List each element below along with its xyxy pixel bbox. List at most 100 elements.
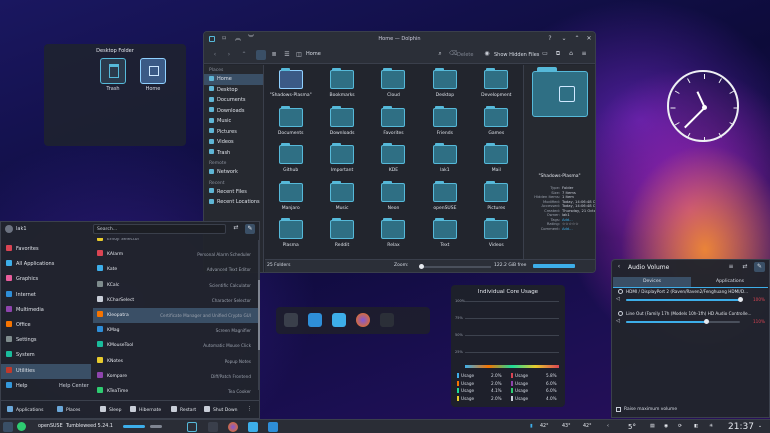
folder-item[interactable]: Games — [471, 105, 522, 144]
taskbar-settings-icon[interactable] — [208, 422, 218, 432]
category-help[interactable]: Help Help Center — [1, 379, 91, 394]
avatar[interactable] — [5, 225, 13, 233]
folder-item[interactable]: Friends — [419, 105, 470, 144]
place-trash[interactable]: Trash — [204, 148, 263, 159]
speaker-icon[interactable]: ◁ — [616, 318, 620, 324]
app-item[interactable]: KCharSelect Character Selector — [93, 293, 259, 308]
location-breadcrumb[interactable]: Home — [306, 51, 321, 57]
folder-item[interactable]: Desktop — [419, 68, 470, 106]
volume-slider[interactable] — [626, 319, 740, 324]
volume-tray-icon[interactable]: ◧ — [694, 423, 699, 431]
folder-item[interactable]: Favorites — [368, 105, 419, 144]
scrollbar[interactable] — [258, 240, 260, 390]
category-internet[interactable]: Internet — [1, 288, 91, 303]
app-item[interactable]: KCalc Scientific Calculator — [93, 278, 259, 293]
folder-item[interactable]: Downloads — [316, 105, 367, 144]
configure-audio-icon[interactable]: ⇄ — [742, 264, 748, 270]
pager-2[interactable] — [150, 425, 162, 428]
digital-clock[interactable]: 21:37 — [728, 421, 754, 433]
task-manager-icon[interactable] — [187, 422, 197, 432]
folder-item[interactable]: Manjaro — [265, 180, 316, 219]
category-system[interactable]: System — [1, 348, 91, 363]
tab-applications[interactable]: Applications — [691, 277, 769, 287]
app-item[interactable]: Emoji Selector — [93, 238, 259, 247]
folder-item[interactable]: Text — [419, 218, 470, 256]
folder-item[interactable]: Videos — [471, 218, 522, 256]
back-icon[interactable]: ‹ — [212, 52, 218, 58]
place-videos[interactable]: Videos — [204, 137, 263, 148]
firefox-icon[interactable] — [356, 313, 370, 327]
split-icon[interactable]: ⧉ — [555, 51, 561, 57]
app-item[interactable]: KMouseTool Automatic Mouse Click — [93, 338, 259, 353]
home-desktop-icon[interactable]: Home — [137, 58, 169, 92]
pin-launcher-icon[interactable]: ✎ — [245, 224, 255, 234]
place-recent-locations[interactable]: Recent Locations — [204, 197, 263, 208]
folder-item[interactable]: Plasma — [265, 218, 316, 256]
place-desktop[interactable]: Desktop — [204, 85, 263, 96]
up-icon[interactable]: ⌃ — [241, 52, 247, 58]
dolphin-icon[interactable] — [332, 313, 346, 327]
clipboard-icon[interactable]: ▤ — [650, 423, 655, 431]
details-view-icon[interactable]: ☰ — [284, 52, 290, 58]
raise-volume-checkbox[interactable] — [616, 407, 621, 412]
maximize-icon[interactable]: ⌃ — [574, 36, 580, 42]
place-pictures[interactable]: Pictures — [204, 127, 263, 138]
menu-icon[interactable]: ≡ — [728, 264, 734, 270]
updates-icon[interactable]: ⟳ — [678, 423, 682, 431]
folder-item[interactable]: KDE — [368, 143, 419, 181]
tab-devices[interactable]: Devices — [613, 277, 691, 287]
compact-view-icon[interactable]: ≣ — [271, 52, 277, 58]
pager[interactable] — [123, 425, 145, 428]
zoom-slider[interactable] — [419, 264, 491, 269]
search-input[interactable]: Search... — [93, 224, 226, 234]
places-tab[interactable]: Places — [57, 406, 80, 413]
folder-item[interactable]: Pictures — [471, 180, 522, 219]
speaker-icon[interactable]: ◁ — [616, 296, 620, 302]
category-office[interactable]: Office — [1, 318, 91, 333]
folder-item[interactable]: openSUSE — [419, 180, 470, 219]
home-toolbar-icon[interactable]: ⌂ — [568, 51, 574, 57]
volume-slider[interactable] — [626, 297, 743, 302]
folder-item[interactable]: Neon — [368, 180, 419, 219]
place-documents[interactable]: Documents — [204, 95, 263, 106]
discover-icon[interactable] — [308, 313, 322, 327]
hamburger-menu-icon[interactable]: ≡ — [581, 51, 587, 57]
folder-item[interactable]: Cloud — [368, 68, 419, 106]
app-item[interactable]: Kleopatra Certificate Manager and Unified… — [93, 307, 259, 324]
trash-toolbar-icon[interactable]: ⌫ — [449, 51, 457, 57]
network-tray-icon[interactable]: ◉ — [664, 423, 668, 431]
delete-button[interactable]: Delete — [457, 52, 473, 58]
folder-item[interactable]: Mail — [471, 143, 522, 181]
minimize-icon[interactable]: ⌄ — [561, 36, 567, 42]
folder-item[interactable]: Reddit — [316, 218, 367, 256]
app-item[interactable]: KMag Screen Magnifier — [93, 323, 259, 338]
folder-item[interactable]: Relax — [368, 218, 419, 256]
app-item[interactable]: Kompare Diff/Patch Frontend — [93, 369, 259, 384]
applications-tab[interactable]: Applications — [7, 406, 44, 413]
category-favorites[interactable]: Favorites — [1, 242, 91, 257]
bluetooth-icon[interactable]: ✳ — [709, 423, 713, 431]
tray-expand-icon[interactable]: ⌄ — [758, 423, 762, 431]
new-tab-icon[interactable]: ▭ — [542, 51, 548, 57]
show-tray-icon[interactable]: ‹ — [607, 423, 609, 431]
show-hidden-files-button[interactable]: Show Hidden Files — [494, 52, 539, 58]
app-item[interactable]: KTeaTime Tea Cooker — [93, 384, 259, 398]
shutdown-button[interactable]: Shut Down — [204, 406, 238, 413]
taskbar-dolphin-icon[interactable] — [248, 422, 258, 432]
folder-item[interactable]: Development — [471, 68, 522, 106]
weather-temp[interactable]: 5° — [628, 423, 636, 431]
hibernate-button[interactable]: Hibernate — [130, 406, 161, 413]
restart-button[interactable]: Restart — [171, 406, 196, 413]
place-music[interactable]: Music — [204, 116, 263, 127]
eye-icon[interactable]: ◉ — [484, 51, 490, 57]
more-options-icon[interactable]: ⋮ — [247, 406, 252, 412]
audio-device[interactable]: HDMI / DisplayPort 2 (Raven/Raven2/Fengh… — [618, 289, 766, 294]
place-network[interactable]: Network — [204, 167, 263, 178]
category-settings[interactable]: Settings — [1, 333, 91, 348]
folder-item[interactable]: Github — [265, 143, 316, 181]
back-icon[interactable]: ‹ — [616, 264, 622, 270]
close-icon[interactable]: ✕ — [586, 36, 592, 42]
pin-audio-icon[interactable]: ✎ — [754, 262, 765, 272]
folder-item[interactable]: Music — [316, 180, 367, 219]
system-settings-icon[interactable] — [284, 313, 298, 327]
